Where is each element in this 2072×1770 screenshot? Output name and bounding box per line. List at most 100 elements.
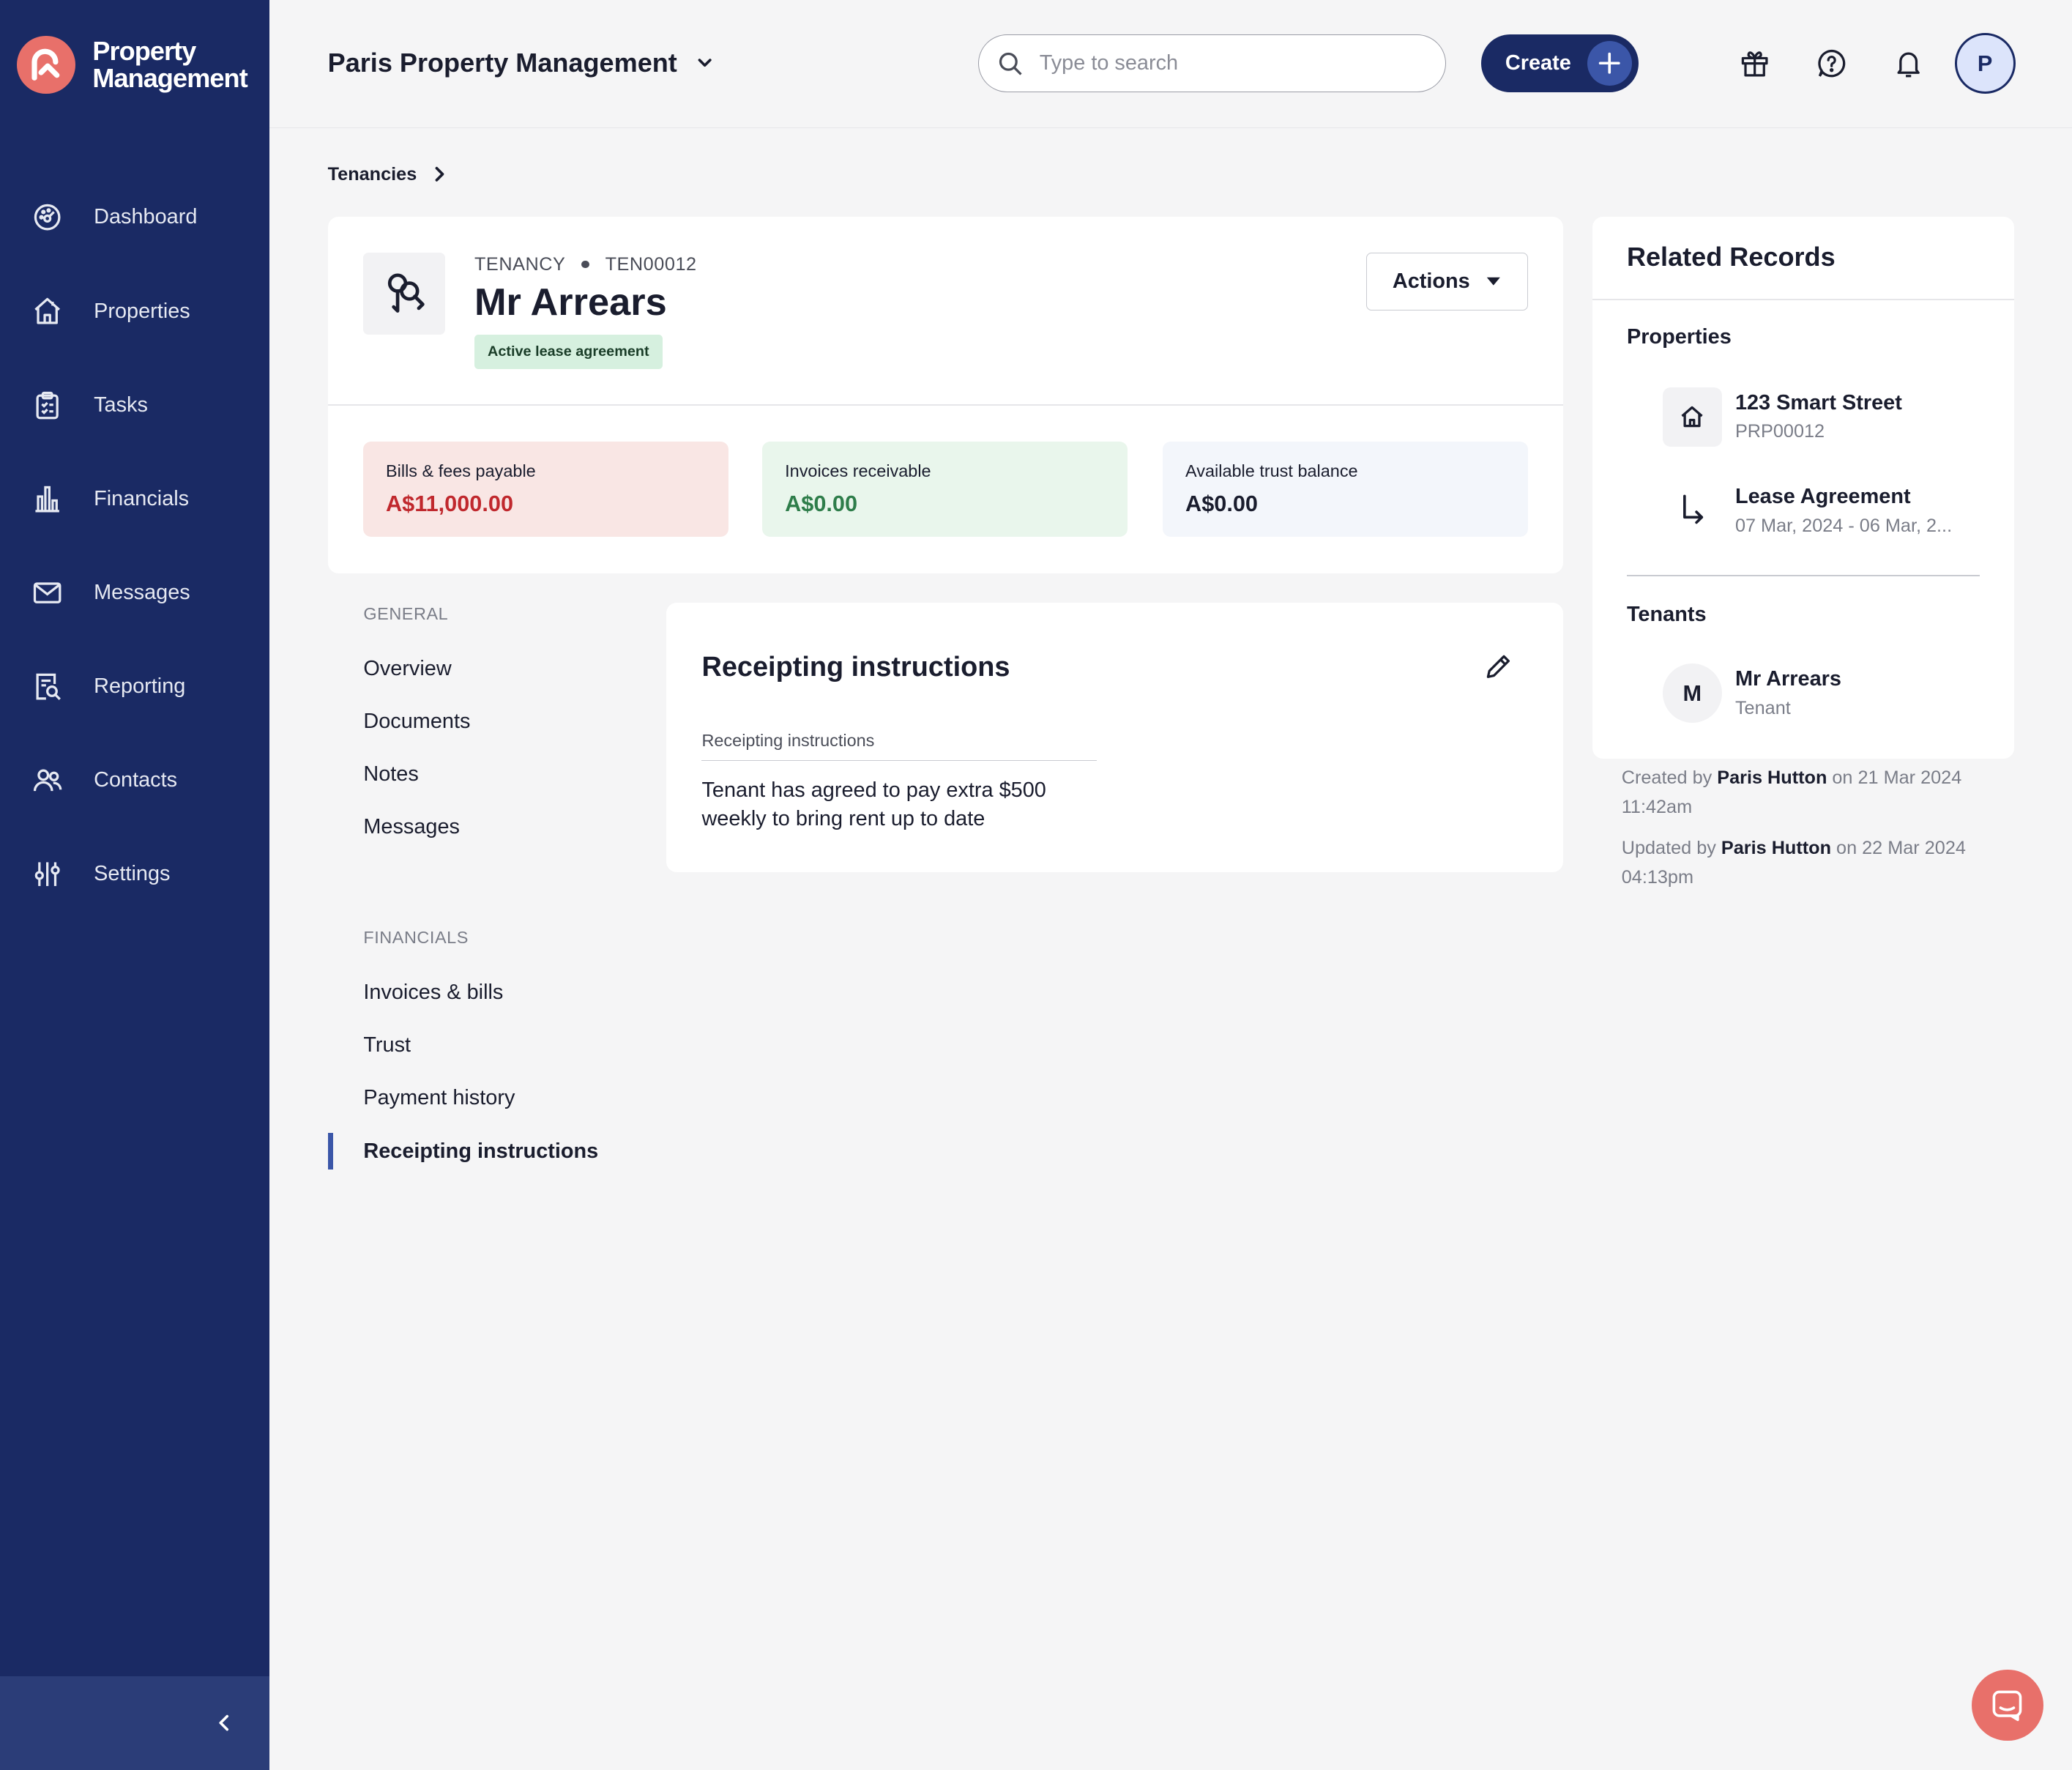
- record-type: TENANCY: [474, 253, 566, 275]
- sidebar-item-label: Reporting: [94, 674, 186, 699]
- divider: [327, 404, 1564, 406]
- subnav-messages[interactable]: Messages: [328, 801, 645, 854]
- search-icon: [999, 52, 1022, 75]
- brand-logo[interactable]: Property Management: [17, 35, 248, 94]
- property-id: PRP00012: [1734, 421, 1825, 442]
- breadcrumb-tenancies[interactable]: Tenancies: [328, 164, 417, 185]
- brand-name: Property Management: [92, 35, 247, 94]
- sliders-icon: [35, 862, 60, 887]
- sidebar-item-reporting[interactable]: Reporting: [0, 640, 269, 734]
- sidebar-collapse-bar: [0, 1676, 270, 1770]
- subnav-invoices-bills[interactable]: Invoices & bills: [328, 966, 645, 1019]
- sidebar-item-messages[interactable]: Messages: [0, 546, 269, 639]
- section-heading-general: GENERAL: [363, 603, 449, 623]
- subnav-receipting-instructions[interactable]: Receipting instructions: [327, 1125, 645, 1178]
- updated-audit: Updated by Paris Hutton on 22 Mar 2024 0…: [1621, 837, 1966, 888]
- sidebar-item-dashboard[interactable]: Dashboard: [0, 171, 269, 264]
- receipting-instructions-card: Receipting instructions Receipting instr…: [666, 603, 1564, 873]
- bell-icon[interactable]: [1890, 45, 1927, 82]
- mail-icon: [34, 582, 62, 603]
- stat-label: Bills & fees payable: [386, 461, 536, 480]
- sidebar: Property Management Dashboard Properties…: [0, 0, 270, 1770]
- subnav-notes[interactable]: Notes: [328, 748, 645, 801]
- caret-down-icon: [1487, 278, 1501, 286]
- page-title: Mr Arrears: [474, 280, 667, 324]
- edit-pencil-icon[interactable]: [1484, 652, 1513, 687]
- logo-icon: [17, 35, 75, 94]
- sidebar-item-label: Messages: [94, 580, 190, 604]
- avatar[interactable]: P: [1954, 33, 2016, 94]
- related-tenant[interactable]: M Mr Arrears Tenant: [1662, 663, 1960, 724]
- properties-heading: Properties: [1626, 325, 1732, 349]
- house-icon: [1662, 387, 1722, 447]
- sidebar-item-label: Properties: [94, 299, 190, 323]
- dot-separator: [581, 260, 589, 269]
- subdirectory-arrow-icon: [1663, 481, 1722, 540]
- tenant-name: Mr Arrears: [1734, 666, 1841, 691]
- stat-label: Invoices receivable: [785, 461, 931, 480]
- created-audit: Created by Paris Hutton on 21 Mar 2024 1…: [1621, 767, 1962, 817]
- people-icon: [34, 769, 62, 792]
- sidebar-item-financials[interactable]: Financials: [0, 452, 269, 546]
- top-bar: Paris Property Management Create P: [269, 0, 2072, 129]
- sidebar-item-label: Settings: [94, 862, 171, 886]
- sidebar-item-properties[interactable]: Properties: [0, 264, 269, 358]
- field-label: Receipting instructions: [701, 731, 1098, 761]
- create-button[interactable]: Create: [1481, 34, 1639, 93]
- record-id: TEN00012: [605, 253, 697, 275]
- chevron-right-icon: [435, 167, 444, 182]
- divider: [1592, 298, 2014, 300]
- keys-icon: [363, 252, 446, 335]
- actions-button[interactable]: Actions: [1366, 252, 1528, 311]
- search-input[interactable]: [1039, 51, 1410, 76]
- property-name: 123 Smart Street: [1734, 390, 1902, 414]
- actions-label: Actions: [1392, 269, 1470, 293]
- subnav-overview[interactable]: Overview: [328, 642, 645, 695]
- sidebar-item-label: Contacts: [94, 768, 178, 792]
- stat-trust-balance: Available trust balance A$0.00: [1163, 441, 1528, 537]
- created-by-link[interactable]: Paris Hutton: [1717, 767, 1827, 788]
- related-records-heading: Related Records: [1626, 242, 1836, 272]
- chat-icon: [1992, 1690, 2022, 1722]
- lease-name: Lease Agreement: [1734, 484, 1911, 508]
- tenancy-header-card: TENANCY TEN00012 Mr Arrears Active lease…: [327, 217, 1564, 574]
- breadcrumb[interactable]: Tenancies: [328, 164, 446, 185]
- stat-value: A$0.00: [1185, 490, 1258, 516]
- related-property[interactable]: 123 Smart Street PRP00012: [1662, 387, 1960, 447]
- sidebar-item-label: Financials: [94, 486, 190, 510]
- related-records-panel: Related Records Properties 123 Smart Str…: [1592, 217, 2014, 759]
- lease-dates: 07 Mar, 2024 - 06 Mar, 2...: [1734, 515, 1953, 536]
- subnav-payment-history[interactable]: Payment history: [328, 1072, 645, 1125]
- sidebar-item-label: Tasks: [94, 393, 148, 417]
- stat-value: A$11,000.00: [386, 490, 513, 516]
- chevron-down-icon: [698, 59, 712, 67]
- plus-icon: [1587, 40, 1633, 86]
- tenant-role: Tenant: [1734, 697, 1791, 718]
- gift-icon[interactable]: [1737, 45, 1774, 82]
- dashboard-icon: [34, 204, 61, 231]
- status-badge: Active lease agreement: [474, 334, 663, 369]
- report-search-icon: [36, 673, 62, 700]
- record-meta: TENANCY TEN00012: [474, 254, 697, 275]
- updated-by-link[interactable]: Paris Hutton: [1721, 838, 1831, 858]
- subnav-trust[interactable]: Trust: [328, 1019, 645, 1072]
- sidebar-item-tasks[interactable]: Tasks: [0, 358, 269, 452]
- search-box[interactable]: [977, 34, 1446, 93]
- sidebar-item-label: Dashboard: [94, 205, 198, 229]
- divider: [1626, 575, 1980, 576]
- clipboard-icon: [36, 391, 59, 419]
- bar-chart-icon: [35, 486, 60, 513]
- stat-label: Available trust balance: [1185, 461, 1358, 480]
- related-lease[interactable]: Lease Agreement 07 Mar, 2024 - 06 Mar, 2…: [1663, 481, 1960, 540]
- help-icon[interactable]: [1813, 45, 1850, 82]
- create-label: Create: [1505, 51, 1571, 75]
- chevron-left-icon[interactable]: [215, 1714, 234, 1732]
- sidebar-item-contacts[interactable]: Contacts: [0, 734, 269, 828]
- record-sub-nav: GENERAL Overview Documents Notes Message…: [327, 603, 645, 1178]
- stat-invoices-receivable: Invoices receivable A$0.00: [762, 441, 1128, 537]
- chat-launcher-button[interactable]: [1972, 1669, 2043, 1741]
- stat-bills-payable: Bills & fees payable A$11,000.00: [363, 441, 728, 537]
- subnav-documents[interactable]: Documents: [328, 695, 645, 748]
- sidebar-item-settings[interactable]: Settings: [0, 828, 269, 921]
- org-switcher[interactable]: Paris Property Management: [328, 48, 715, 78]
